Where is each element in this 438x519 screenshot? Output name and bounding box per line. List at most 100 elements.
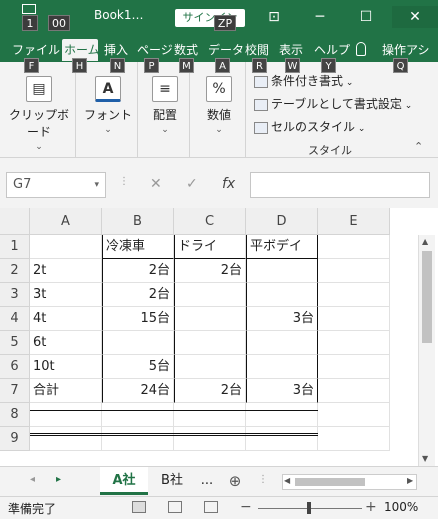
cell-a8[interactable] bbox=[30, 403, 102, 427]
cell-a9[interactable] bbox=[30, 427, 102, 451]
cell-a6[interactable]: 10t bbox=[30, 355, 102, 379]
cell-c6[interactable] bbox=[174, 355, 246, 379]
zoom-slider-thumb[interactable] bbox=[307, 502, 311, 514]
row-header-2[interactable]: 2 bbox=[0, 259, 30, 283]
cell-d2[interactable] bbox=[246, 259, 318, 283]
enter-icon[interactable]: ✓ bbox=[186, 176, 198, 192]
horizontal-scroll-thumb[interactable] bbox=[295, 478, 365, 486]
scroll-up-icon[interactable]: ▲ bbox=[422, 237, 428, 246]
cell-styles-button[interactable]: セルのスタイル ⌄ bbox=[254, 118, 365, 135]
sheet-tab-b[interactable]: B社 bbox=[150, 467, 194, 495]
maximize-button[interactable]: ☐ bbox=[346, 6, 386, 28]
cell-e4[interactable] bbox=[318, 307, 390, 331]
clipboard-button[interactable]: ▤ クリップボード ⌄ bbox=[4, 76, 74, 152]
collapse-ribbon-icon[interactable]: ⌃ bbox=[414, 140, 423, 153]
horizontal-scrollbar[interactable]: ◀ ▶ bbox=[282, 474, 417, 490]
cell-d7[interactable]: 3台 bbox=[246, 379, 318, 403]
number-format-button[interactable]: % 数値 ⌄ bbox=[194, 76, 244, 135]
cell-d9[interactable] bbox=[246, 427, 318, 451]
zoom-level[interactable]: 100% bbox=[384, 500, 418, 514]
cell-e2[interactable] bbox=[318, 259, 390, 283]
chevron-right-icon[interactable]: › bbox=[398, 102, 402, 113]
cell-c2[interactable]: 2台 bbox=[174, 259, 246, 283]
cell-b4[interactable]: 15台 bbox=[102, 307, 174, 331]
chevron-down-icon[interactable]: ▾ bbox=[94, 173, 99, 197]
font-button[interactable]: A フォント ⌄ bbox=[80, 76, 136, 135]
column-header-c[interactable]: C bbox=[174, 208, 246, 235]
alignment-button[interactable]: ≡ 配置 ⌄ bbox=[142, 76, 188, 135]
cell-e5[interactable] bbox=[318, 331, 390, 355]
cell-e3[interactable] bbox=[318, 283, 390, 307]
column-header-a[interactable]: A bbox=[30, 208, 102, 235]
cell-e1[interactable] bbox=[318, 235, 390, 259]
ribbon-display-icon[interactable]: ⊡ bbox=[254, 6, 294, 28]
cell-b5[interactable] bbox=[102, 331, 174, 355]
formula-input[interactable] bbox=[250, 172, 430, 198]
sheet-tab-a[interactable]: A社 bbox=[100, 467, 148, 495]
row-header-7[interactable]: 7 bbox=[0, 379, 30, 403]
column-header-d[interactable]: D bbox=[246, 208, 318, 235]
insert-function-icon[interactable]: fx bbox=[222, 176, 235, 192]
cancel-icon[interactable]: ✕ bbox=[150, 176, 162, 192]
scroll-left-icon[interactable]: ◂ bbox=[30, 474, 35, 485]
scroll-right-icon[interactable]: ▶ bbox=[407, 476, 413, 485]
cell-a7[interactable]: 合計 bbox=[30, 379, 102, 403]
cell-d6[interactable] bbox=[246, 355, 318, 379]
cell-c8[interactable] bbox=[174, 403, 246, 427]
row-header-4[interactable]: 4 bbox=[0, 307, 30, 331]
scroll-right-icon[interactable]: ▸ bbox=[56, 474, 61, 485]
column-header-e[interactable]: E bbox=[318, 208, 390, 235]
cell-c9[interactable] bbox=[174, 427, 246, 451]
format-as-table-button[interactable]: テーブルとして書式設定 ⌄ bbox=[254, 95, 412, 112]
zoom-in-icon[interactable]: + bbox=[365, 499, 377, 515]
page-layout-view-icon[interactable] bbox=[168, 501, 182, 513]
name-box[interactable]: G7 ▾ bbox=[6, 172, 106, 198]
row-header-3[interactable]: 3 bbox=[0, 283, 30, 307]
normal-view-icon[interactable] bbox=[132, 501, 146, 513]
add-sheet-icon[interactable]: ⊕ bbox=[224, 467, 246, 495]
cell-c4[interactable] bbox=[174, 307, 246, 331]
save-icon[interactable] bbox=[22, 4, 36, 14]
cell-e8[interactable] bbox=[318, 403, 390, 427]
cell-b3[interactable]: 2台 bbox=[102, 283, 174, 307]
splitter-icon[interactable]: ⋮ bbox=[258, 474, 268, 485]
cell-d8[interactable] bbox=[246, 403, 318, 427]
row-header-9[interactable]: 9 bbox=[0, 427, 30, 451]
row-header-8[interactable]: 8 bbox=[0, 403, 30, 427]
select-all-corner[interactable] bbox=[0, 208, 30, 235]
more-sheets[interactable]: ... bbox=[196, 467, 218, 495]
cell-c1[interactable]: ドライ bbox=[174, 235, 246, 259]
vertical-scrollbar[interactable]: ▲ ▼ bbox=[418, 235, 435, 466]
scroll-down-icon[interactable]: ▼ bbox=[422, 454, 428, 463]
row-header-1[interactable]: 1 bbox=[0, 235, 30, 259]
column-header-b[interactable]: B bbox=[102, 208, 174, 235]
zoom-out-icon[interactable]: − bbox=[240, 499, 252, 515]
cell-c7[interactable]: 2台 bbox=[174, 379, 246, 403]
cell-b8[interactable] bbox=[102, 403, 174, 427]
cell-b9[interactable] bbox=[102, 427, 174, 451]
minimize-button[interactable]: ─ bbox=[300, 6, 340, 28]
cell-e7[interactable] bbox=[318, 379, 390, 403]
lightbulb-icon[interactable] bbox=[356, 42, 366, 56]
row-header-5[interactable]: 5 bbox=[0, 331, 30, 355]
cell-b6[interactable]: 5台 bbox=[102, 355, 174, 379]
row-header-6[interactable]: 6 bbox=[0, 355, 30, 379]
cell-d1[interactable]: 平ボデイ bbox=[246, 235, 318, 259]
cell-d4[interactable]: 3台 bbox=[246, 307, 318, 331]
cell-a2[interactable]: 2t bbox=[30, 259, 102, 283]
cell-e6[interactable] bbox=[318, 355, 390, 379]
conditional-format-button[interactable]: 条件付き書式 ⌄ bbox=[254, 72, 353, 89]
close-button[interactable]: ✕ bbox=[392, 6, 438, 28]
cell-b2[interactable]: 2台 bbox=[102, 259, 174, 283]
scroll-left-icon[interactable]: ◀ bbox=[284, 476, 290, 485]
cell-c5[interactable] bbox=[174, 331, 246, 355]
cell-a5[interactable]: 6t bbox=[30, 331, 102, 355]
vertical-scroll-thumb[interactable] bbox=[422, 251, 432, 343]
cell-a3[interactable]: 3t bbox=[30, 283, 102, 307]
cell-d5[interactable] bbox=[246, 331, 318, 355]
page-break-view-icon[interactable] bbox=[204, 501, 218, 513]
cell-c3[interactable] bbox=[174, 283, 246, 307]
cell-b7[interactable]: 24台 bbox=[102, 379, 174, 403]
cell-d3[interactable] bbox=[246, 283, 318, 307]
cell-a4[interactable]: 4t bbox=[30, 307, 102, 331]
